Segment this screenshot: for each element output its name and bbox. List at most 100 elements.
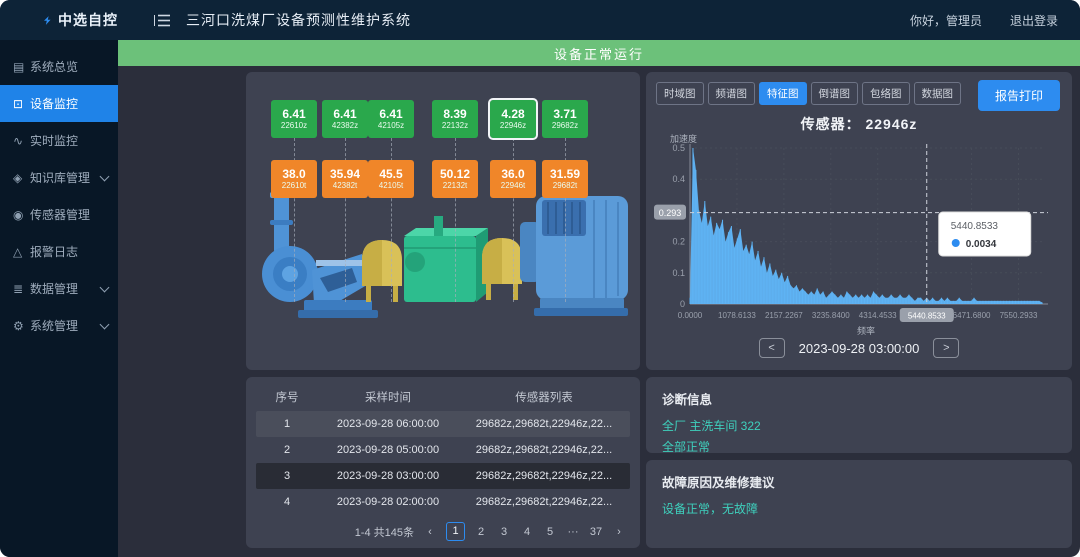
status-banner: 设备正常运行	[118, 40, 1080, 66]
samples-table: 序号采样时间传感器列表12023-09-28 06:00:0029682z,29…	[256, 383, 630, 515]
diagnosis-location[interactable]: 全厂 主洗车间 322	[662, 416, 1056, 437]
knowledge-base-icon: ◈	[13, 171, 30, 185]
prev-page-button[interactable]: ‹	[423, 526, 437, 538]
tab-倒谱图[interactable]: 倒谱图	[811, 82, 859, 105]
sidebar-item-label: 知识库管理	[30, 169, 90, 186]
logo: 中选自控	[0, 10, 118, 30]
cell-index: 1	[256, 418, 318, 430]
temperature-badge-22610t[interactable]: 38.022610t	[271, 160, 317, 198]
badge-value: 38.0	[282, 167, 305, 181]
page-button-3[interactable]: 3	[497, 526, 511, 538]
fault-advice-title: 故障原因及维修建议	[662, 472, 1056, 491]
next-page-button[interactable]: ›	[612, 526, 626, 538]
vibration-badge-22610z[interactable]: 6.4122610z	[271, 100, 317, 138]
vibration-badge-42105z[interactable]: 6.4142105z	[368, 100, 414, 138]
temperature-badge-42382t[interactable]: 35.9442382t	[322, 160, 368, 198]
badge-sensor-id: 42382t	[333, 181, 357, 191]
svg-text:0.1: 0.1	[672, 268, 685, 278]
temperature-badge-29682t[interactable]: 31.5929682t	[542, 160, 588, 198]
sidebar-item-系统总览[interactable]: ▤系统总览	[0, 48, 118, 85]
page-button-5[interactable]: 5	[543, 526, 557, 538]
page-button-1[interactable]: 1	[446, 522, 465, 541]
pagination: 1-4 共145条‹12345···37›	[256, 522, 630, 541]
svg-text:3235.8400: 3235.8400	[812, 311, 850, 320]
sidebar-item-label: 系统总览	[30, 58, 78, 75]
cell-sample-time: 2023-09-28 06:00:00	[318, 418, 458, 430]
svg-text:1078.6133: 1078.6133	[718, 311, 756, 320]
svg-text:7550.2933: 7550.2933	[1000, 311, 1038, 320]
tab-频谱图[interactable]: 频谱图	[708, 82, 756, 105]
badge-value: 4.28	[501, 107, 524, 121]
cell-sensor-list: 29682z,29682t,22946z,22...	[458, 470, 630, 482]
badge-sensor-id: 22610z	[281, 121, 307, 131]
vibration-badge-22132z[interactable]: 8.3922132z	[432, 100, 478, 138]
logo-text: 中选自控	[58, 10, 118, 30]
system-manage-icon: ⚙	[13, 319, 30, 333]
vibration-badge-29682z[interactable]: 3.7129682z	[542, 100, 588, 138]
temperature-badge-22132t[interactable]: 50.1222132t	[432, 160, 478, 198]
tab-时域图[interactable]: 时域图	[656, 82, 704, 105]
cell-sensor-list: 29682z,29682t,22946z,22...	[458, 496, 630, 508]
user-greeting[interactable]: 你好，管理员	[910, 12, 982, 29]
top-header: 中选自控 三河口洗煤厂设备预测性维护系统 你好，管理员 退出登录	[0, 0, 1080, 40]
sidebar-item-知识库管理[interactable]: ◈知识库管理	[0, 159, 118, 196]
fault-advice-panel: 故障原因及维修建议 设备正常，无故障	[646, 460, 1072, 548]
badge-value: 35.94	[330, 167, 360, 181]
svg-text:4314.4533: 4314.4533	[859, 311, 897, 320]
next-date-button[interactable]: >	[933, 338, 959, 358]
vibration-badge-22946z[interactable]: 4.2822946z	[490, 100, 536, 138]
badge-value: 31.59	[550, 167, 580, 181]
table-row[interactable]: 22023-09-28 05:00:0029682z,29682t,22946z…	[256, 437, 630, 463]
svg-text:频率: 频率	[857, 325, 875, 336]
page-button-4[interactable]: 4	[520, 526, 534, 538]
sidebar-item-数据管理[interactable]: ≣数据管理	[0, 270, 118, 307]
tab-特征图[interactable]: 特征图	[759, 82, 807, 105]
badge-value: 36.0	[501, 167, 524, 181]
sidebar-item-系统管理[interactable]: ⚙系统管理	[0, 307, 118, 344]
sidebar-item-实时监控[interactable]: ∿实时监控	[0, 122, 118, 159]
svg-text:0.5: 0.5	[672, 143, 685, 153]
sidebar-menu: ▤系统总览⊡设备监控∿实时监控◈知识库管理◉传感器管理△报警日志≣数据管理⚙系统…	[0, 40, 118, 557]
svg-text:5440.8533: 5440.8533	[951, 221, 999, 232]
badge-value: 50.12	[440, 167, 470, 181]
table-row[interactable]: 12023-09-28 06:00:0029682z,29682t,22946z…	[256, 411, 630, 437]
table-row[interactable]: 32023-09-28 03:00:0029682z,29682t,22946z…	[256, 463, 630, 489]
data-manage-icon: ≣	[13, 282, 30, 296]
badge-value: 45.5	[379, 167, 402, 181]
prev-date-button[interactable]: <	[759, 338, 785, 358]
status-banner-text: 设备正常运行	[554, 44, 644, 63]
badge-value: 6.41	[282, 107, 305, 121]
column-header: 序号	[256, 389, 318, 405]
equipment-illustration	[254, 190, 632, 358]
cell-index: 2	[256, 444, 318, 456]
lightning-logo-icon	[44, 11, 51, 30]
sidebar-item-报警日志[interactable]: △报警日志	[0, 233, 118, 270]
collapse-menu-icon[interactable]	[154, 14, 170, 27]
temperature-badge-42105t[interactable]: 45.542105t	[368, 160, 414, 198]
table-row[interactable]: 42023-09-28 02:00:0029682z,29682t,22946z…	[256, 489, 630, 515]
table-header-row: 序号采样时间传感器列表	[256, 383, 630, 411]
vibration-badge-42382z[interactable]: 6.4142382z	[322, 100, 368, 138]
cell-sample-time: 2023-09-28 02:00:00	[318, 496, 458, 508]
print-report-button[interactable]: 报告打印	[978, 80, 1060, 111]
sidebar-item-设备监控[interactable]: ⊡设备监控	[0, 85, 118, 122]
page-button-37[interactable]: 37	[589, 526, 603, 538]
page-ellipsis: ···	[566, 526, 580, 538]
alarm-log-icon: △	[13, 245, 30, 259]
dashboard-app: 中选自控 三河口洗煤厂设备预测性维护系统 你好，管理员 退出登录 ▤系统总览⊡设…	[0, 0, 1080, 557]
svg-text:0.4: 0.4	[672, 174, 685, 184]
badge-sensor-id: 22946z	[500, 121, 526, 131]
tab-包络图[interactable]: 包络图	[862, 82, 910, 105]
column-header: 采样时间	[318, 389, 458, 405]
cell-sample-time: 2023-09-28 03:00:00	[318, 470, 458, 482]
tab-数据图[interactable]: 数据图	[914, 82, 962, 105]
temperature-badge-22946t[interactable]: 36.022946t	[490, 160, 536, 198]
sidebar-item-传感器管理[interactable]: ◉传感器管理	[0, 196, 118, 233]
sidebar-item-label: 实时监控	[30, 132, 78, 149]
badge-value: 6.41	[333, 107, 356, 121]
diagnosis-panel: 诊断信息 全厂 主洗车间 322 全部正常	[646, 377, 1072, 453]
svg-text:5440.8533: 5440.8533	[908, 312, 946, 321]
app-title: 三河口洗煤厂设备预测性维护系统	[186, 10, 411, 30]
logout-link[interactable]: 退出登录	[1010, 12, 1058, 29]
page-button-2[interactable]: 2	[474, 526, 488, 538]
